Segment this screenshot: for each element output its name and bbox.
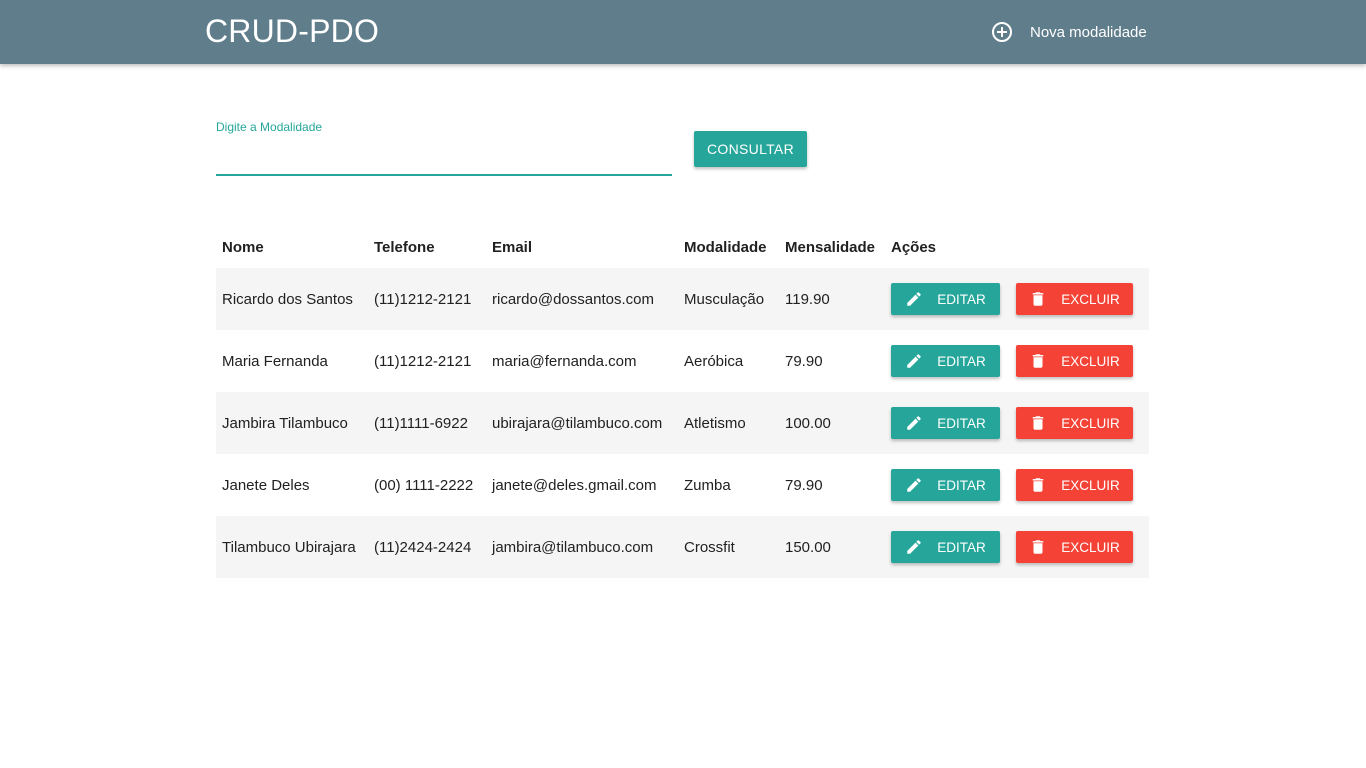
- header-telefone: Telefone: [374, 238, 435, 256]
- cell-modalidade: Atletismo: [678, 392, 779, 454]
- cell-acoes: EDITAR EXCLUIR: [885, 392, 1149, 454]
- pencil-icon: [907, 292, 921, 306]
- cell-acoes: EDITAR EXCLUIR: [885, 268, 1149, 330]
- cell-telefone: (00) 1111-2222: [368, 454, 486, 516]
- cell-nome: Jambira Tilambuco: [216, 392, 368, 454]
- delete-label: EXCLUIR: [1061, 291, 1120, 307]
- navbar: CRUD-PDO Nova modalidade: [0, 0, 1366, 64]
- cell-nome: Ricardo dos Santos: [216, 268, 368, 330]
- cell-telefone: (11)2424-2424: [368, 516, 486, 578]
- table-row: Maria Fernanda (11)1212-2121 maria@ferna…: [216, 330, 1149, 392]
- table-row: Jambira Tilambuco (11)1111-6922 ubirajar…: [216, 392, 1149, 454]
- new-modality-label: Nova modalidade: [1030, 23, 1147, 41]
- cell-mensalidade: 150.00: [779, 516, 885, 578]
- cell-email: janete@deles.gmail.com: [486, 454, 678, 516]
- edit-button[interactable]: EDITAR: [891, 283, 1000, 315]
- header-acoes: Ações: [891, 238, 937, 256]
- table-header-row: Nome Telefone Email Modalidade Mensalida…: [216, 226, 1149, 268]
- search-label: Digite a Modalidade: [216, 120, 323, 134]
- delete-button[interactable]: EXCLUIR: [1016, 283, 1133, 315]
- delete-label: EXCLUIR: [1061, 415, 1120, 431]
- cell-nome: Maria Fernanda: [216, 330, 368, 392]
- pencil-icon: [907, 416, 921, 430]
- cell-acoes: EDITAR EXCLUIR: [885, 454, 1149, 516]
- delete-label: EXCLUIR: [1061, 539, 1120, 555]
- cell-mensalidade: 100.00: [779, 392, 885, 454]
- add-circle-outline-icon: [992, 22, 1012, 42]
- delete-button[interactable]: EXCLUIR: [1016, 469, 1133, 501]
- cell-mensalidade: 79.90: [779, 330, 885, 392]
- trash-icon: [1032, 292, 1044, 306]
- edit-label: EDITAR: [937, 353, 986, 369]
- cell-acoes: EDITAR EXCLUIR: [885, 330, 1149, 392]
- cell-telefone: (11)1111-6922: [368, 392, 486, 454]
- table-row: Janete Deles (00) 1111-2222 janete@deles…: [216, 454, 1149, 516]
- pencil-icon: [907, 354, 921, 368]
- pencil-icon: [907, 540, 921, 554]
- pencil-icon: [907, 478, 921, 492]
- cell-telefone: (11)1212-2121: [368, 330, 486, 392]
- edit-button[interactable]: EDITAR: [891, 407, 1000, 439]
- cell-modalidade: Musculação: [678, 268, 779, 330]
- cell-telefone: (11)1212-2121: [368, 268, 486, 330]
- cell-mensalidade: 79.90: [779, 454, 885, 516]
- cell-email: jambira@tilambuco.com: [486, 516, 678, 578]
- members-table: Nome Telefone Email Modalidade Mensalida…: [216, 226, 1149, 578]
- table-row: Tilambuco Ubirajara (11)2424-2424 jambir…: [216, 516, 1149, 578]
- cell-email: ubirajara@tilambuco.com: [486, 392, 678, 454]
- delete-button[interactable]: EXCLUIR: [1016, 531, 1133, 563]
- consult-button[interactable]: CONSULTAR: [694, 131, 807, 167]
- edit-label: EDITAR: [937, 415, 986, 431]
- brand-logo[interactable]: CRUD-PDO: [205, 13, 379, 50]
- header-email: Email: [492, 238, 533, 256]
- cell-modalidade: Crossfit: [678, 516, 779, 578]
- header-modalidade: Modalidade: [684, 238, 767, 256]
- header-mensalidade: Mensalidade: [785, 238, 876, 256]
- cell-email: maria@fernanda.com: [486, 330, 678, 392]
- cell-mensalidade: 119.90: [779, 268, 885, 330]
- cell-acoes: EDITAR EXCLUIR: [885, 516, 1149, 578]
- cell-modalidade: Zumba: [678, 454, 779, 516]
- edit-button[interactable]: EDITAR: [891, 531, 1000, 563]
- new-modality-link[interactable]: Nova modalidade: [990, 20, 1147, 44]
- cell-nome: Janete Deles: [216, 454, 368, 516]
- table-row: Ricardo dos Santos (11)1212-2121 ricardo…: [216, 268, 1149, 330]
- delete-label: EXCLUIR: [1061, 477, 1120, 493]
- cell-nome: Tilambuco Ubirajara: [216, 516, 368, 578]
- delete-button[interactable]: EXCLUIR: [1016, 407, 1133, 439]
- edit-label: EDITAR: [937, 477, 986, 493]
- trash-icon: [1032, 478, 1044, 492]
- cell-modalidade: Aeróbica: [678, 330, 779, 392]
- header-nome: Nome: [222, 238, 264, 256]
- edit-label: EDITAR: [937, 539, 986, 555]
- modality-search-input[interactable]: [216, 138, 672, 176]
- delete-label: EXCLUIR: [1061, 353, 1120, 369]
- delete-button[interactable]: EXCLUIR: [1016, 345, 1133, 377]
- trash-icon: [1032, 416, 1044, 430]
- edit-button[interactable]: EDITAR: [891, 469, 1000, 501]
- trash-icon: [1032, 354, 1044, 368]
- edit-button[interactable]: EDITAR: [891, 345, 1000, 377]
- cell-email: ricardo@dossantos.com: [486, 268, 678, 330]
- edit-label: EDITAR: [937, 291, 986, 307]
- trash-icon: [1032, 540, 1044, 554]
